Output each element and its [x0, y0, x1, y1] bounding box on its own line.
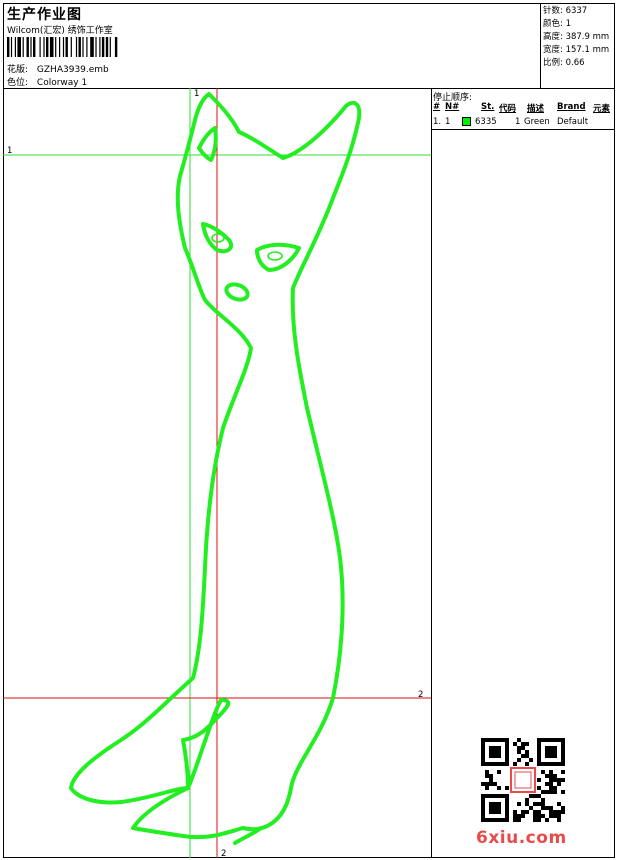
stat-row-height: 高度: 387.9 mm	[543, 32, 610, 42]
colorway-value: Colorway 1	[36, 78, 88, 88]
watermark: 6xiu.com	[476, 828, 567, 848]
barcode	[7, 37, 118, 57]
cat-embroidery-outline	[69, 92, 362, 845]
design-label: 花版:	[7, 65, 29, 75]
col-needle: N#	[445, 102, 460, 112]
guide-red-horizontal-label: 2	[418, 690, 423, 700]
page-title: 生产作业图	[7, 7, 82, 23]
stat-row-scale: 比例: 0.66	[543, 58, 585, 68]
col-element: 元素	[593, 104, 611, 114]
col-code: 代码	[499, 104, 517, 114]
stat-row-width: 宽度: 157.1 mm	[543, 45, 610, 55]
stats-box: 针数: 6337 颜色: 1 高度: 387.9 mm 宽度: 157.1 mm…	[540, 3, 615, 89]
company-name: Wilcom(汇宏) 绣饰工作室	[7, 26, 113, 36]
guide-red-vertical-label: 2	[221, 849, 226, 858]
col-brand: Brand	[557, 102, 586, 112]
stat-row-stitches: 针数: 6337	[543, 6, 588, 16]
stop-sequence-header: # N# St. 代码 描述 Brand 元素	[431, 100, 615, 114]
stat-row-colors: 颜色: 1	[543, 19, 571, 29]
table-row: 1. 1 6335 1 Green Default	[431, 115, 615, 130]
guide-green-horizontal-label: 1	[7, 146, 12, 156]
col-index: #	[433, 102, 441, 112]
guide-green-vertical-label: 1	[194, 89, 199, 99]
col-stitches: St.	[481, 102, 495, 112]
colorway-field: 色位: Colorway 1	[7, 75, 87, 88]
color-swatch	[462, 117, 471, 126]
design-field: 花版: GZHA3939.emb	[7, 62, 109, 75]
design-canvas: 1 1 2 2	[3, 88, 431, 858]
qr-code	[481, 738, 565, 822]
design-value: GZHA3939.emb	[36, 65, 109, 75]
colorway-label: 色位:	[7, 78, 29, 88]
col-description: 描述	[527, 104, 545, 114]
